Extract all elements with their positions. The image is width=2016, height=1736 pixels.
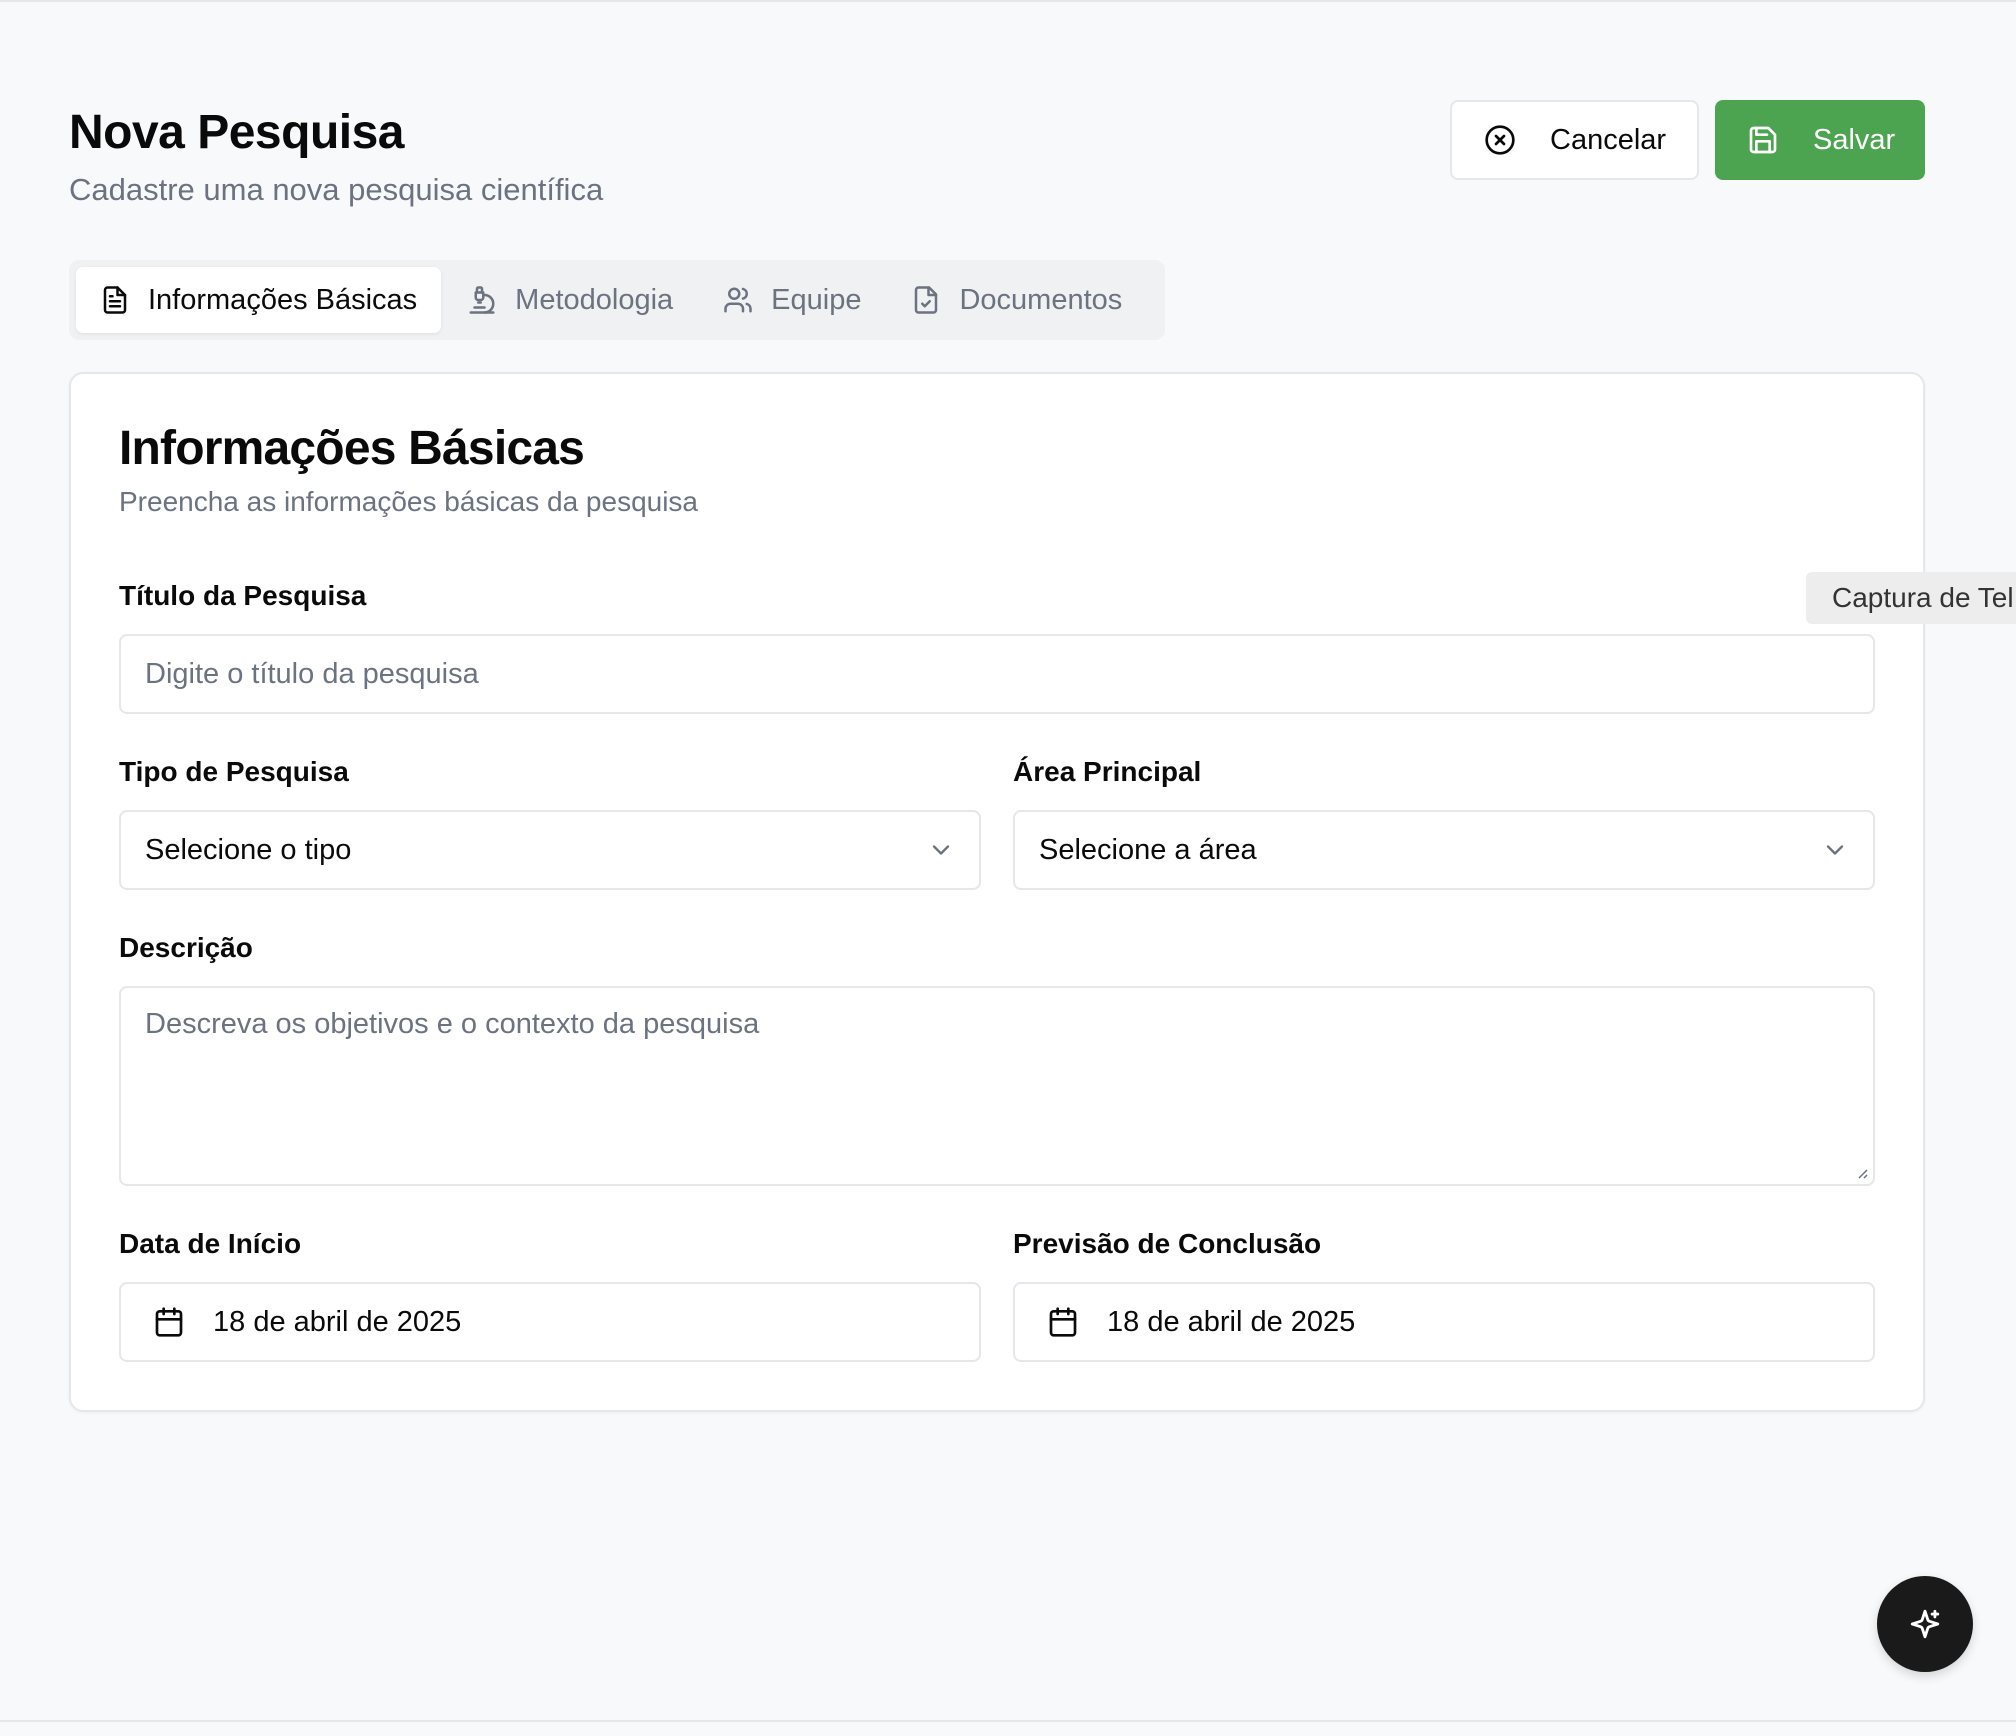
x-circle-icon: [1485, 125, 1515, 155]
card-subtitle: Preencha as informações básicas da pesqu…: [119, 486, 699, 517]
area-select[interactable]: Selecione a área: [1013, 810, 1875, 890]
page-header: Nova Pesquisa Cadastre uma nova pesquisa…: [69, 104, 603, 210]
title-input[interactable]: Digite o título da pesquisa: [119, 634, 1875, 714]
tab-documentos[interactable]: Documentos: [887, 267, 1146, 333]
chevron-down-icon: [932, 845, 950, 855]
file-text-icon: [103, 286, 127, 314]
end-date-label: Previsão de Conclusão: [1013, 1228, 1322, 1259]
title-placeholder: Digite o título da pesquisa: [145, 657, 479, 690]
cancel-button-label: Cancelar: [1550, 123, 1667, 156]
type-label: Tipo de Pesquisa: [119, 756, 349, 787]
description-placeholder: Descreva os objetivos e o contexto da pe…: [145, 1008, 760, 1040]
page-title: Nova Pesquisa: [69, 106, 404, 159]
end-date-value: 18 de abril de 2025: [1107, 1305, 1356, 1338]
top-divider: [0, 0, 2016, 4]
tab-label: Documentos: [959, 283, 1123, 316]
start-date-label: Data de Início: [119, 1228, 302, 1259]
ai-assistant-button[interactable]: [1877, 1576, 1973, 1672]
bottom-divider: [0, 1720, 2016, 1722]
start-date-picker[interactable]: 18 de abril de 2025: [119, 1282, 981, 1362]
tabs-list: Informações Básicas Metodologia Equipe D…: [69, 260, 1165, 340]
page-subtitle: Cadastre uma nova pesquisa científica: [69, 172, 604, 207]
microscope-icon: [469, 286, 495, 314]
calendar-icon: [1049, 1307, 1077, 1337]
type-select[interactable]: Selecione o tipo: [119, 810, 981, 890]
type-select-value: Selecione o tipo: [145, 833, 352, 866]
tab-label: Informações Básicas: [148, 283, 418, 316]
tab-metodologia[interactable]: Metodologia: [443, 267, 697, 333]
description-textarea[interactable]: Descreva os objetivos e o contexto da pe…: [119, 986, 1875, 1186]
end-date-picker[interactable]: 18 de abril de 2025: [1013, 1282, 1875, 1362]
title-label: Título da Pesquisa: [119, 580, 367, 611]
users-icon: [724, 287, 752, 313]
sparkles-icon: [1910, 1609, 1940, 1639]
tab-equipe[interactable]: Equipe: [699, 267, 885, 333]
area-label: Área Principal: [1013, 756, 1202, 787]
save-icon: [1749, 126, 1777, 154]
chevron-down-icon: [1826, 845, 1844, 855]
save-button-label: Salvar: [1813, 123, 1896, 156]
basic-info-card: Informações Básicas Preencha as informaç…: [69, 372, 1925, 1412]
screenshot-tooltip: Captura de Tel: [1806, 572, 2016, 624]
resize-handle-icon[interactable]: [1853, 1164, 1869, 1180]
card-title: Informações Básicas: [119, 422, 585, 475]
calendar-icon: [155, 1307, 183, 1337]
cancel-button[interactable]: Cancelar: [1450, 100, 1699, 180]
area-select-value: Selecione a área: [1039, 833, 1257, 866]
tab-informacoes-basicas[interactable]: Informações Básicas: [76, 267, 442, 333]
start-date-value: 18 de abril de 2025: [213, 1305, 462, 1338]
save-button[interactable]: Salvar: [1715, 100, 1925, 180]
tab-label: Metodologia: [515, 283, 674, 316]
description-label: Descrição: [119, 932, 253, 963]
file-check-icon: [915, 286, 938, 314]
tab-label: Equipe: [771, 283, 862, 316]
